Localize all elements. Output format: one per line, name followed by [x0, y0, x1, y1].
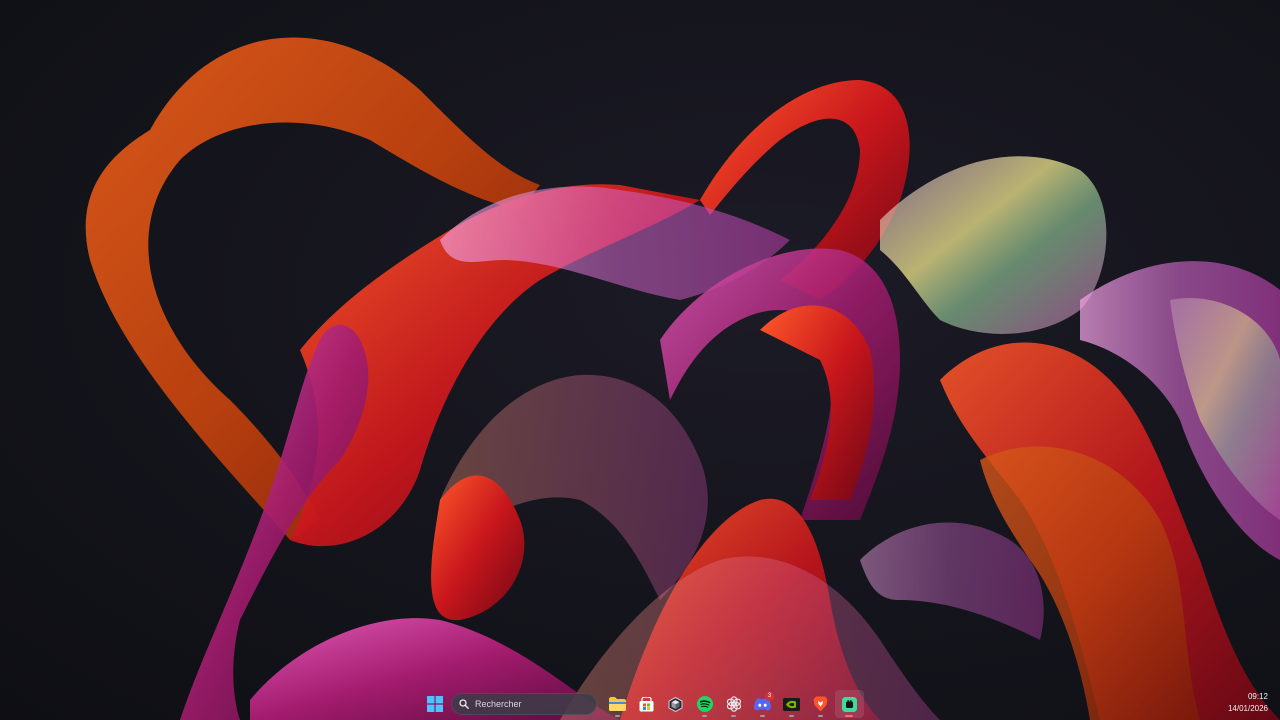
spotify-icon [696, 696, 713, 712]
search-box[interactable]: Rechercher [451, 693, 597, 715]
search-label: Rechercher [475, 699, 522, 709]
active-indicator [845, 715, 853, 717]
cube-icon [668, 696, 683, 712]
running-indicator [789, 715, 794, 717]
store-icon [639, 696, 654, 711]
running-indicator [702, 715, 707, 717]
taskbar-app-nvidia[interactable] [777, 690, 806, 718]
taskbar-app-microsoft-store[interactable] [632, 690, 661, 718]
taskbar-app-active[interactable] [835, 690, 864, 718]
taskbar-center: Rechercher 3 [420, 688, 864, 720]
folder-icon [609, 697, 626, 711]
notification-badge: 3 [765, 692, 774, 701]
chatgpt-icon [726, 696, 741, 712]
running-indicator [615, 715, 620, 717]
taskbar-app-chatgpt[interactable] [719, 690, 748, 718]
desktop: Rechercher 3 09:12 14/01/2026 [0, 0, 1280, 720]
running-indicator [818, 715, 823, 717]
taskbar-app-discord[interactable]: 3 [748, 690, 777, 718]
brave-icon [813, 696, 828, 712]
search-icon [459, 699, 469, 709]
clock-time: 09:12 [1247, 692, 1268, 701]
nvidia-icon [783, 697, 800, 711]
running-indicator [731, 715, 736, 717]
system-clock[interactable]: 09:12 14/01/2026 [1228, 691, 1268, 715]
windows-icon [426, 696, 443, 712]
start-button[interactable] [420, 690, 449, 718]
running-indicator [760, 715, 765, 717]
taskbar-app-file-explorer[interactable] [603, 690, 632, 718]
app-icon [842, 696, 857, 712]
taskbar: Rechercher 3 09:12 14/01/2026 [0, 688, 1280, 720]
taskbar-app-cube[interactable] [661, 690, 690, 718]
wallpaper [85, 37, 1280, 720]
clock-date: 14/01/2026 [1227, 704, 1268, 713]
taskbar-app-brave[interactable] [806, 690, 835, 718]
taskbar-app-spotify[interactable] [690, 690, 719, 718]
